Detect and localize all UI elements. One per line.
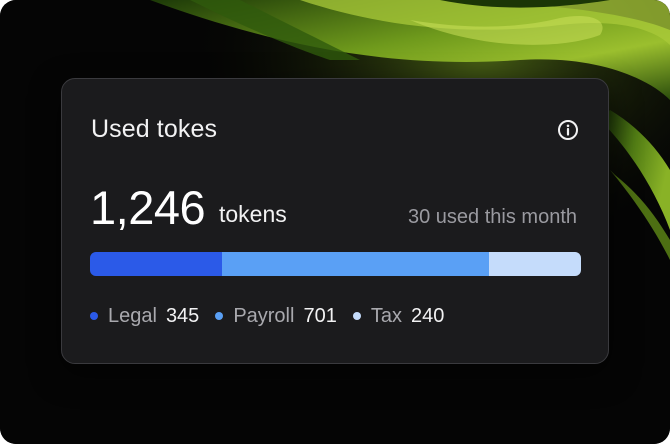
- legend-value: 345: [165, 305, 200, 327]
- info-icon[interactable]: [557, 119, 579, 141]
- usage-segment-legal: [90, 252, 222, 276]
- usage-segment-tax: [489, 252, 581, 276]
- monthly-usage-note: 30 used this month: [408, 206, 577, 228]
- legend-dot-icon: [352, 312, 361, 320]
- legend-value: 240: [410, 305, 445, 327]
- legend-item-tax: Tax 240: [352, 303, 445, 329]
- legend-label: Tax: [370, 305, 402, 327]
- legend-label: Legal: [108, 305, 157, 327]
- legend-item-payroll: Payroll 701: [215, 303, 337, 329]
- legend-label: Payroll: [233, 305, 295, 327]
- legend-dot-icon: [215, 312, 224, 320]
- legend-item-legal: Legal 345: [90, 303, 199, 329]
- usage-progress-bar: [90, 252, 581, 276]
- legend-value: 701: [303, 305, 337, 327]
- usage-segment-payroll: [221, 252, 490, 276]
- total-token-count: 1,246: [90, 181, 206, 234]
- used-tokens-card: Used tokes 1,246 tokens 30 used this mon…: [61, 78, 609, 364]
- total-token-unit: tokens: [219, 201, 287, 227]
- card-title: Used tokes: [91, 115, 218, 143]
- screen-frame: Used tokes 1,246 tokens 30 used this mon…: [0, 0, 670, 444]
- usage-legend: Legal 345 Payroll 701 Tax 240: [90, 303, 460, 329]
- legend-dot-icon: [90, 312, 98, 320]
